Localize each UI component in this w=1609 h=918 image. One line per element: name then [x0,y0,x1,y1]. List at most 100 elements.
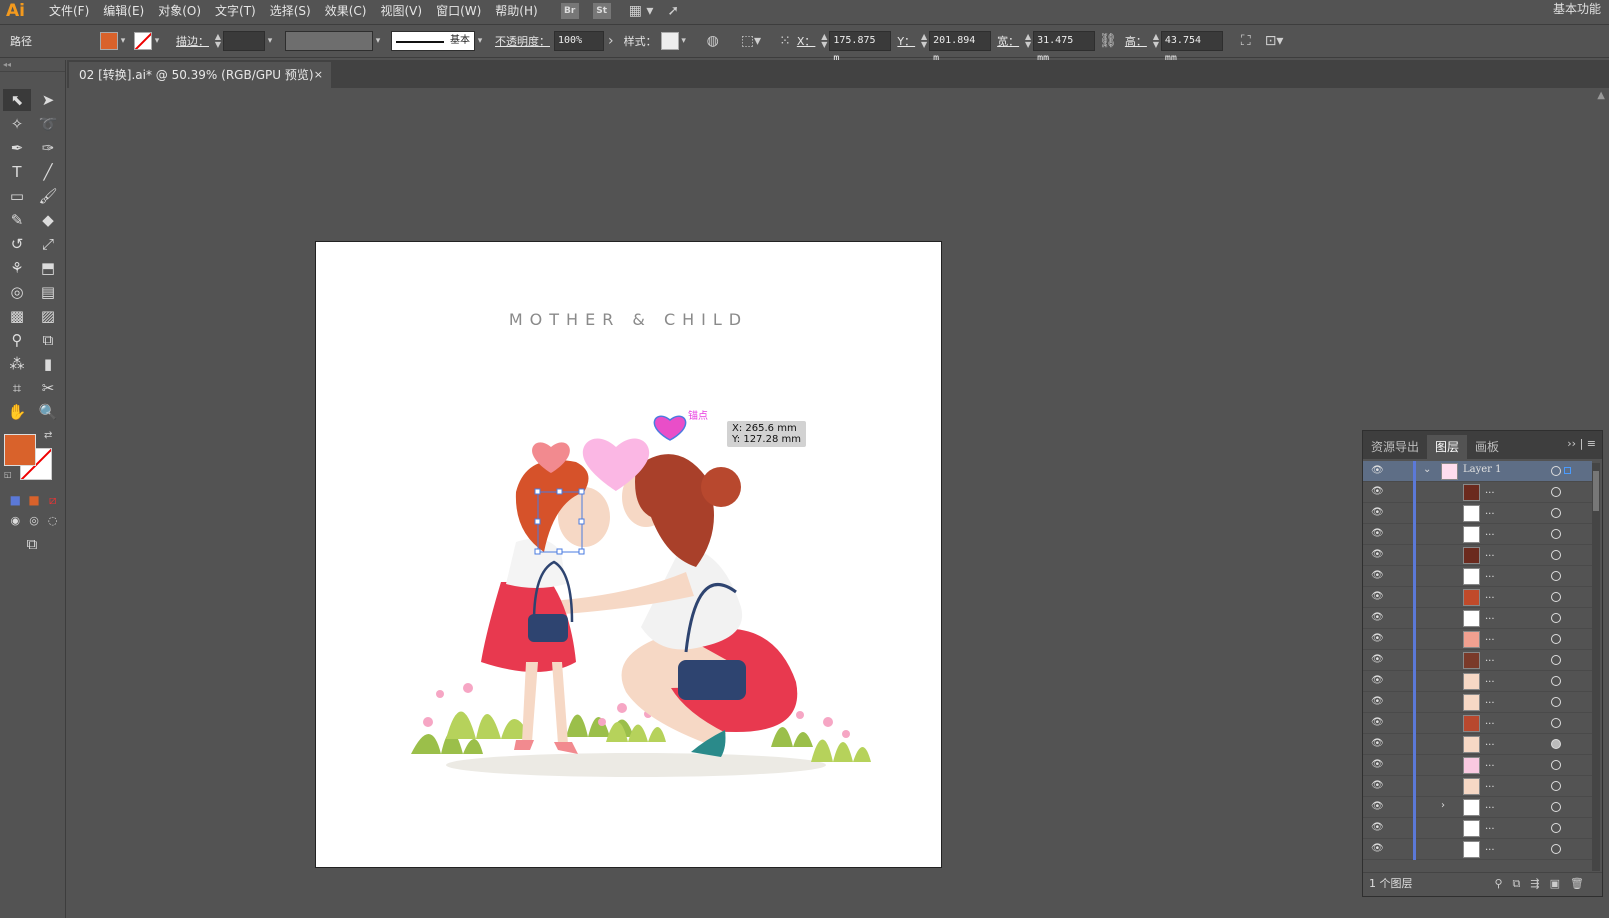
opacity-field[interactable]: 100% [554,31,604,51]
target-icon[interactable] [1551,676,1561,686]
height-field[interactable]: 43.754 mm [1160,31,1223,64]
chevron-right-icon[interactable]: › [604,33,618,49]
layer-name[interactable]: ... [1485,674,1495,685]
rectangle-tool-icon[interactable]: ▭ [3,185,31,207]
target-icon[interactable] [1551,823,1561,833]
menu-object[interactable]: 对象(O) [151,0,208,22]
eye-icon[interactable]: 👁 [1371,822,1384,833]
curvature-tool-icon[interactable]: ✑ [34,137,62,159]
chevron-right-icon[interactable]: › [1441,800,1445,811]
menu-help[interactable]: 帮助(H) [488,0,544,22]
layer-name[interactable]: ... [1485,632,1495,643]
eyedropper-tool-icon[interactable]: ⚲ [3,329,31,351]
stroke-swatch[interactable] [134,32,152,50]
menu-edit[interactable]: 编辑(E) [96,0,151,22]
gpu-performance-icon[interactable]: ➚ [663,3,683,19]
scale-tool-icon[interactable]: ⤢ [34,233,62,255]
width-stepper[interactable]: ▲ ▼ [1023,33,1033,49]
eye-icon[interactable]: 👁 [1371,486,1384,497]
x-stepper[interactable]: ▲ ▼ [819,33,829,49]
layer-name[interactable]: Layer 1 [1463,464,1502,475]
stroke-label[interactable]: 描边： [176,33,209,49]
layer-row[interactable]: 👁... [1363,629,1592,650]
eye-icon[interactable]: 👁 [1371,675,1384,686]
transform-icon[interactable]: ⛶ [1237,33,1255,49]
layer-row[interactable]: 👁... [1363,755,1592,776]
layer-row[interactable]: 👁... [1363,818,1592,839]
reference-point-icon[interactable]: ⁙ [775,33,795,49]
layer-name[interactable]: ... [1485,506,1495,517]
layer-name[interactable]: ... [1485,842,1495,853]
shaper-tool-icon[interactable]: ✎ [3,209,31,231]
panel-collapse-icon[interactable]: ◂◂ [0,60,65,72]
pen-tool-icon[interactable]: ✒ [3,137,31,159]
constrain-proportions-icon[interactable]: ⛓ [1095,33,1121,49]
layer-name[interactable]: ... [1485,758,1495,769]
hand-tool-icon[interactable]: ✋ [3,401,31,423]
layer-row[interactable]: 👁... [1363,839,1592,860]
workspace-switcher[interactable]: 基本功能 [1553,0,1601,18]
eye-icon[interactable]: 👁 [1371,801,1384,812]
layer-row[interactable]: 👁... [1363,482,1592,503]
default-colors-icon[interactable]: ◱ [4,470,12,479]
width-field[interactable]: 31.475 mm [1033,31,1096,64]
eye-icon[interactable]: 👁 [1371,738,1384,749]
chevron-down-icon[interactable]: ⌄ [1423,464,1431,475]
target-icon[interactable] [1551,487,1561,497]
layer-row[interactable]: 👁... [1363,650,1592,671]
layer-name[interactable]: ... [1485,800,1495,811]
symbol-sprayer-tool-icon[interactable]: ⁂ [3,353,31,375]
layer-name[interactable]: ... [1485,548,1495,559]
layer-row[interactable]: 👁... [1363,671,1592,692]
chevron-down-icon[interactable]: ▾ [152,36,162,46]
layer-name[interactable]: ... [1485,737,1495,748]
layer-name[interactable]: ... [1485,695,1495,706]
width-tool-icon[interactable]: ⚘ [3,257,31,279]
eye-icon[interactable]: 👁 [1371,507,1384,518]
menu-view[interactable]: 视图(V) [373,0,429,22]
chevron-down-icon[interactable]: ▾ [265,36,275,46]
layer-actions-icon[interactable]: ⚲⧉⇶▣🗑 [1495,873,1595,895]
mesh-tool-icon[interactable]: ▩ [3,305,31,327]
blend-tool-icon[interactable]: ⧉ [34,329,62,351]
opacity-label[interactable]: 不透明度： [495,33,550,49]
layer-row[interactable]: 👁... [1363,545,1592,566]
zoom-tool-icon[interactable]: 🔍 [34,401,62,423]
artboard-tool-icon[interactable]: ⌗ [3,377,31,399]
fill-color-box-front[interactable] [4,434,36,466]
graphic-style-swatch[interactable] [660,32,679,50]
layer-row[interactable]: 👁 ›... [1363,797,1592,818]
paintbrush-tool-icon[interactable]: 🖌 [34,185,62,207]
eye-icon[interactable]: 👁 [1371,759,1384,770]
perspective-grid-tool-icon[interactable]: ▤ [34,281,62,303]
target-icon[interactable] [1551,739,1561,749]
variable-width-field[interactable] [285,31,373,51]
swap-fill-stroke-icon[interactable]: ⇄ [44,430,52,441]
chevron-down-icon[interactable]: ▾ [373,36,383,46]
menu-select[interactable]: 选择(S) [263,0,318,22]
target-icon[interactable] [1551,466,1561,476]
layer-row[interactable]: 👁... [1363,566,1592,587]
layer-name[interactable]: ... [1485,569,1495,580]
layer-row[interactable]: 👁... [1363,503,1592,524]
layer-row[interactable]: 👁... [1363,608,1592,629]
free-transform-tool-icon[interactable]: ⬒ [34,257,62,279]
eye-icon[interactable]: 👁 [1371,654,1384,665]
tab-artboards[interactable]: 画板 [1467,435,1507,459]
menu-type[interactable]: 文字(T) [208,0,263,22]
close-icon[interactable]: × [314,62,323,88]
target-icon[interactable] [1551,529,1561,539]
tab-asset-export[interactable]: 资源导出 [1363,435,1427,459]
eye-icon[interactable]: 👁 [1371,549,1384,560]
gradient-tool-icon[interactable]: ▨ [34,305,62,327]
bridge-button[interactable]: Br [560,3,579,19]
menu-file[interactable]: 文件(F) [42,0,96,22]
chevron-down-icon[interactable]: ▾ [679,36,689,46]
layer-row[interactable]: 👁... [1363,776,1592,797]
chevron-down-icon[interactable]: ▾ [118,36,128,46]
draw-inside-icon[interactable]: ◌ [40,510,65,532]
eye-icon[interactable]: 👁 [1371,570,1384,581]
y-field[interactable]: 201.894 m [929,31,992,64]
target-icon[interactable] [1551,781,1561,791]
layer-row-top[interactable]: 👁 ⌄ Layer 1 [1363,461,1592,482]
